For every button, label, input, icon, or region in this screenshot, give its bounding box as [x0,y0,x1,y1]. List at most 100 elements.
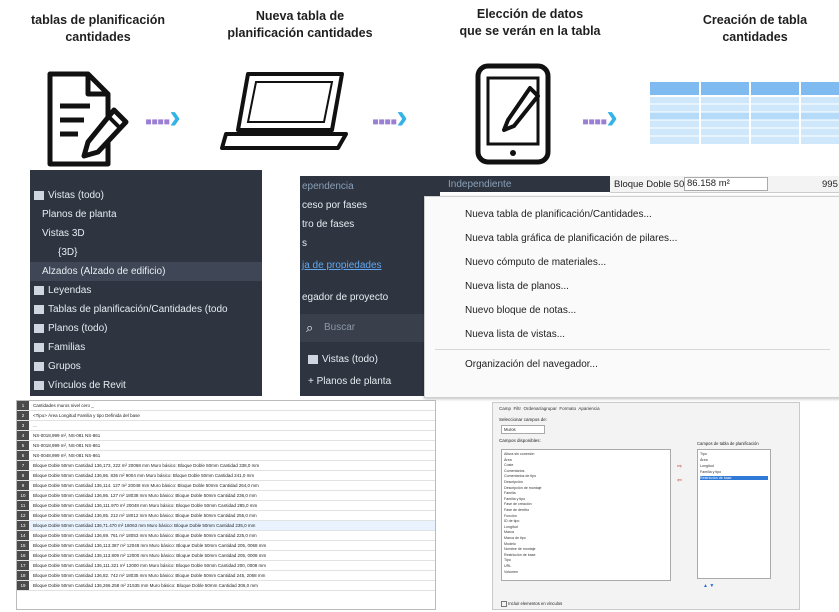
list-item[interactable]: Volumen [504,570,518,574]
browser-item-3d[interactable]: {3D} [30,243,77,262]
row-number: 1 [17,401,29,410]
available-fields-list[interactable]: Altura sin conexión Área Coste Comentarios C… [501,449,671,581]
group-icon [34,361,44,371]
table-row[interactable]: 18 Bloque Doble 50mm Cantidad 136,82. 742… [17,571,435,581]
menu-item-graphical-column-schedule[interactable]: Nueva tabla gráfica de planificación de … [465,233,677,244]
tab-sort[interactable]: Ordenar/agrupar [524,406,557,411]
list-item[interactable]: Comentarios de tipo [504,474,536,478]
views-icon [34,190,44,200]
list-item[interactable]: Marca [504,530,514,534]
table-row[interactable]: 1 Cantidades muros nivel cero _ [17,401,435,411]
list-item[interactable]: Modelo [504,542,516,546]
browser-item-groups[interactable]: Grupos [30,357,81,376]
table-row[interactable]: 2 <Tipo> Área Longitud Familia y tipo Def… [17,411,435,421]
table-row[interactable]: 12 Bloque Doble 50mm Cantidad 136,85. 212… [17,511,435,521]
context-tree-views[interactable]: Vistas (todo) [308,354,378,365]
table-row[interactable]: 8 Bloque Doble 50mm Cantidad 136,86. 836 … [17,471,435,481]
list-item[interactable]: Familia y tipo [700,470,768,474]
table-row[interactable]: 6 NS-0048,999 m², NS-081 NS-861 [17,451,435,461]
list-item[interactable]: Longitud [504,525,518,529]
browser-item-elevations[interactable]: Alzados (Alzado de edificio) [30,262,262,281]
browser-item-floor-plans[interactable]: Planos de planta [30,205,117,224]
step-1-title-line2: cantidades [65,30,131,44]
left-item[interactable]: egador de proyecto [302,292,388,303]
table-row[interactable]: 4 NS-0018,999 m², NS-081 NS-861 [17,431,435,441]
browser-item-sheets[interactable]: Planos (todo) [30,319,107,338]
add-arrow-icon[interactable]: ⇨ [677,463,682,470]
move-buttons-icon[interactable]: ▲ ▼ [703,583,714,589]
list-item[interactable]: Marca de tipo [504,536,526,540]
table-row[interactable]: 19 Bloque Doble 50mm Cantidad 136,266.258… [17,581,435,591]
context-panel: ependencia ceso por fases tro de fases s… [300,176,440,396]
list-item[interactable]: Longitud [700,464,768,468]
table-row[interactable]: 14 Bloque Doble 50mm Cantidad 136,69. 761… [17,531,435,541]
step-2-title-line1: Nueva tabla de [255,9,345,23]
left-item[interactable]: s [302,238,307,249]
browser-item-legends[interactable]: Leyendas [30,281,91,300]
browser-item-3d-views[interactable]: Vistas 3D [30,224,85,243]
search-bar[interactable]: ⌕ Buscar [300,314,440,342]
category-combo[interactable]: Muros [501,425,545,434]
list-item[interactable]: Área [504,458,512,462]
properties-link[interactable]: ja de propiedades [302,260,382,271]
list-item[interactable]: Función [504,514,517,518]
table-row[interactable]: 9 Bloque Doble 50mm Cantidad 136,114. 127… [17,481,435,491]
table-row[interactable]: 16 Bloque Doble 50mm Cantidad 136,113.809… [17,551,435,561]
browser-item-families[interactable]: Familias [30,338,85,357]
menu-divider [435,349,830,350]
tab-fields[interactable]: Camp [499,406,511,411]
left-item[interactable]: ceso por fases [302,200,367,211]
menu-item-note-block[interactable]: Nuevo bloque de notas... [465,305,576,316]
menu-item-browser-organization[interactable]: Organización del navegador... [465,359,598,370]
list-item[interactable]: Restricción de base [504,553,536,557]
row-number: 17 [17,561,29,570]
table-row[interactable]: 5 NS-0018,999 m², NS-081 NS-861 [17,441,435,451]
table-row[interactable]: 11 Bloque Doble 50mm Cantidad 136,111.970… [17,501,435,511]
list-item[interactable]: Restricción de base [700,476,768,480]
area-field[interactable]: 86.158 m² [684,177,768,191]
list-item[interactable]: Nombre de montaje [504,547,536,551]
list-item[interactable]: Descripción de montaje [504,486,542,490]
list-item[interactable]: Fase de derribo [504,508,529,512]
legend-icon [34,285,44,295]
browser-item-label: Vínculos de Revit [48,380,126,391]
schedule-fields-list[interactable]: Tipo Área Longitud Familia y tipo Restricció… [697,449,771,579]
table-row[interactable]: 7 Bloque Doble 50mm Cantidad 136,173, 222… [17,461,435,471]
left-item[interactable]: tro de fases [302,219,354,230]
list-item[interactable]: Comentarios [504,469,524,473]
list-item[interactable]: Coste [504,463,513,467]
table-row[interactable]: 17 Bloque Doble 50mm Cantidad 136,111.321… [17,561,435,571]
list-item[interactable]: Familia [504,491,516,495]
list-item[interactable]: Tipo [700,452,768,456]
browser-item-views[interactable]: Vistas (todo) [30,186,104,205]
context-tree-floor-plans[interactable]: + Planos de planta [308,376,391,387]
menu-item-new-schedule[interactable]: Nueva tabla de planificación/Cantidades.… [465,209,652,220]
row-text: Bloque Doble 50mm Cantidad 136,113.809 m… [33,553,267,558]
chevron-right-icon: › [606,98,618,136]
browser-item-revit-links[interactable]: Vínculos de Revit [30,376,126,395]
table-row[interactable]: 15 Bloque Doble 50mm Cantidad 136,113.387… [17,541,435,551]
list-item[interactable]: Fase de creación [504,502,532,506]
list-item[interactable]: Descripción [504,480,523,484]
table-row[interactable]: 3... [17,421,435,431]
list-item[interactable]: Altura sin conexión [504,452,534,456]
tab-appearance[interactable]: Apariencia [578,406,599,411]
list-item[interactable]: Familia y tipo [504,497,525,501]
remove-arrow-icon[interactable]: ⇦ [677,477,682,484]
flow-arrow-3: ▪▪▪▪› [582,98,618,137]
tab-format[interactable]: Formato [559,406,576,411]
list-item[interactable]: URL [504,564,511,568]
menu-item-view-list[interactable]: Nueva lista de vistas... [465,329,565,340]
table-row[interactable]: 10 Bloque Doble 50mm Cantidad 136,86. 127… [17,491,435,501]
table-row[interactable]: 13 Bloque Doble 50mm Cantidad 136,71.470 … [17,521,435,531]
list-item[interactable]: ID de tipo [504,519,519,523]
menu-item-sheet-list[interactable]: Nueva lista de planos... [465,281,569,292]
list-item[interactable]: Tipo [504,558,511,562]
browser-item-schedules[interactable]: Tablas de planificación/Cantidades (todo [30,300,228,319]
row-number: 7 [17,461,29,470]
include-links-checkbox[interactable]: Incluir elementos en vínculos [501,601,562,607]
tab-filter[interactable]: Filtr [514,406,522,411]
tree-label: Planos de planta [316,376,392,387]
list-item[interactable]: Área [700,458,768,462]
menu-item-material-takeoff[interactable]: Nuevo cómputo de materiales... [465,257,606,268]
